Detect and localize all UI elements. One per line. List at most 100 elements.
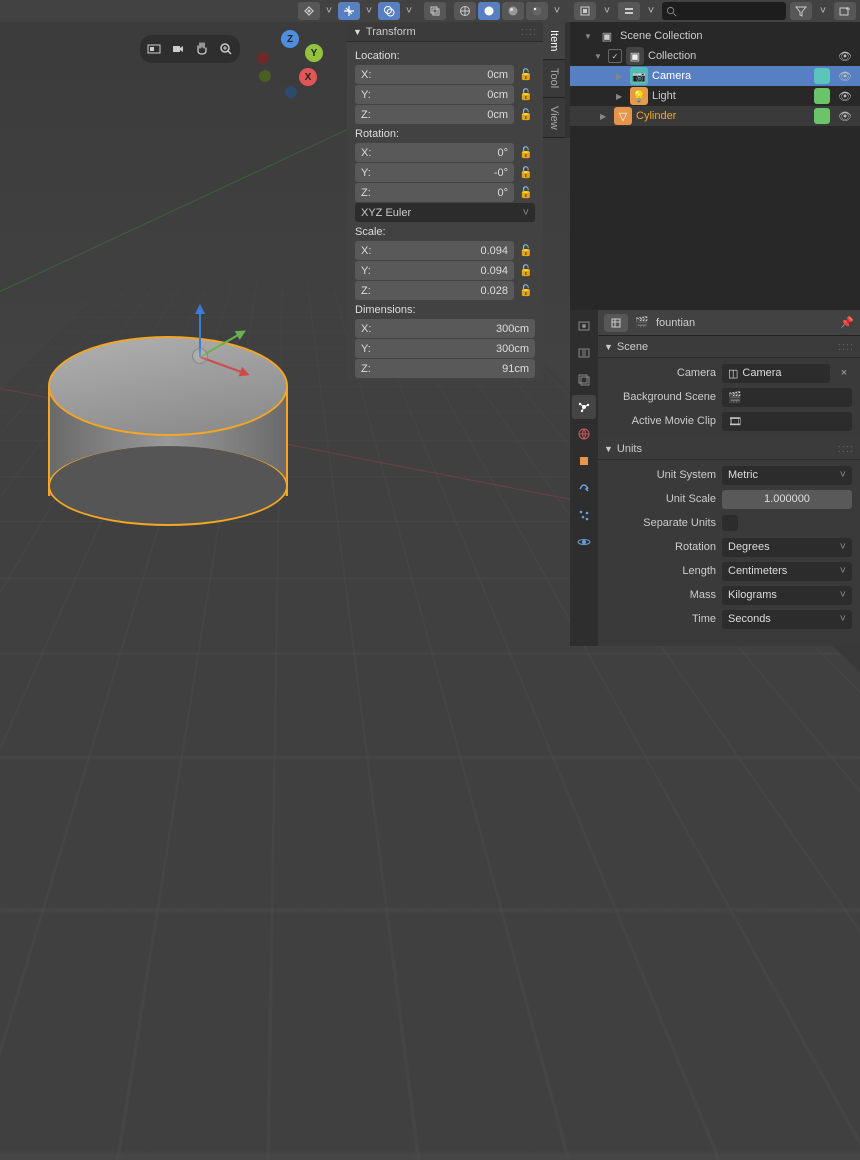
view-object-types-button[interactable]	[298, 2, 320, 20]
nav-z-axis[interactable]: Z	[281, 30, 299, 48]
dropdown-icon[interactable]: ˅	[322, 5, 336, 17]
drag-handle-icon[interactable]: ::::	[521, 26, 537, 38]
lock-icon[interactable]: 🔓	[517, 183, 535, 202]
scene-camera-select[interactable]: ◫Camera	[722, 364, 830, 383]
dim-x-input[interactable]: X:300cm	[355, 319, 535, 338]
rotation-unit-select[interactable]: Degrees˅	[722, 538, 852, 557]
bg-scene-select[interactable]: 🎬	[722, 388, 852, 407]
dropdown-icon[interactable]: ˅	[644, 5, 658, 17]
rotation-x-input[interactable]: X:0°	[355, 143, 514, 162]
lock-icon[interactable]: 🔓	[517, 85, 535, 104]
lock-icon[interactable]: 🔓	[517, 281, 535, 300]
shading-material-button[interactable]	[502, 2, 524, 20]
location-x-input[interactable]: X:0cm	[355, 65, 514, 84]
visibility-eye-icon[interactable]: 👁	[838, 90, 852, 103]
dim-z-input[interactable]: Z:91cm	[355, 359, 535, 378]
clear-button[interactable]: ×	[836, 367, 852, 379]
dropdown-icon[interactable]: ˅	[402, 5, 416, 17]
camera-to-view-icon[interactable]	[167, 38, 189, 60]
tab-world-icon[interactable]	[572, 422, 596, 446]
nav-neg-x[interactable]	[257, 52, 269, 64]
drag-handle-icon[interactable]: ::::	[838, 341, 854, 353]
outliner-view-button[interactable]	[618, 2, 640, 20]
tab-item[interactable]: Item	[543, 22, 565, 60]
tab-view[interactable]: View	[543, 98, 565, 139]
location-y-input[interactable]: Y:0cm	[355, 85, 514, 104]
viewport-3d[interactable]: ˅ ˅ ˅ ˅ Z Y X Item Tool View	[0, 0, 570, 646]
visibility-eye-icon[interactable]: 👁	[838, 50, 852, 63]
mesh-cylinder[interactable]	[48, 336, 288, 526]
shading-wireframe-button[interactable]	[454, 2, 476, 20]
collection-exclude-checkbox[interactable]: ✓	[608, 49, 622, 63]
navigation-gizmo[interactable]: Z Y X	[255, 30, 325, 100]
dim-y-input[interactable]: Y:300cm	[355, 339, 535, 358]
shading-solid-button[interactable]	[478, 2, 500, 20]
scale-z-input[interactable]: Z:0.028	[355, 281, 514, 300]
editor-type-button[interactable]	[604, 314, 628, 332]
xray-toggle-button[interactable]	[424, 2, 446, 20]
scale-x-input[interactable]: X:0.094	[355, 241, 514, 260]
pin-icon[interactable]: 📌	[840, 316, 854, 329]
lock-icon[interactable]: 🔓	[517, 163, 535, 182]
drag-handle-icon[interactable]: ::::	[838, 443, 854, 455]
nav-neg-z[interactable]	[285, 86, 297, 98]
disclosure-icon[interactable]: ▼	[594, 52, 604, 61]
zoom-icon[interactable]	[215, 38, 237, 60]
outliner-scene-collection[interactable]: ▼ ▣ Scene Collection	[570, 26, 860, 46]
length-unit-select[interactable]: Centimeters˅	[722, 562, 852, 581]
disclosure-icon[interactable]: ▶	[616, 72, 626, 81]
dropdown-icon[interactable]: ˅	[362, 5, 376, 17]
dropdown-icon[interactable]: ˅	[600, 5, 614, 17]
disclosure-icon[interactable]: ▶	[600, 112, 610, 121]
nav-neg-y[interactable]	[259, 70, 271, 82]
unit-system-select[interactable]: Metric˅	[722, 466, 852, 485]
tab-particles-icon[interactable]	[572, 503, 596, 527]
tab-tool[interactable]: Tool	[543, 60, 565, 97]
shading-rendered-button[interactable]	[526, 2, 548, 20]
tab-viewlayer-icon[interactable]	[572, 368, 596, 392]
lock-icon[interactable]: 🔓	[517, 261, 535, 280]
tab-modifier-icon[interactable]	[572, 476, 596, 500]
separate-units-checkbox[interactable]	[722, 515, 738, 531]
outliner-item-light[interactable]: ▶ 💡 Light 👁	[570, 86, 860, 106]
nav-y-axis[interactable]: Y	[305, 44, 323, 62]
tab-scene-icon[interactable]	[572, 395, 596, 419]
panel-header-scene[interactable]: ▼ Scene ::::	[598, 336, 860, 358]
tab-output-icon[interactable]	[572, 341, 596, 365]
unit-scale-input[interactable]: 1.000000	[722, 490, 852, 509]
camera-view-icon[interactable]	[143, 38, 165, 60]
visibility-eye-icon[interactable]: 👁	[838, 110, 852, 123]
tab-object-icon[interactable]	[572, 449, 596, 473]
outliner-display-mode[interactable]	[574, 2, 596, 20]
lock-icon[interactable]: 🔓	[517, 241, 535, 260]
panel-header-units[interactable]: ▼ Units ::::	[598, 438, 860, 460]
disclosure-icon[interactable]: ▼	[584, 32, 594, 41]
pan-icon[interactable]	[191, 38, 213, 60]
rotation-z-input[interactable]: Z:0°	[355, 183, 514, 202]
lock-icon[interactable]: 🔓	[517, 143, 535, 162]
disclosure-icon[interactable]: ▶	[616, 92, 626, 101]
dropdown-icon[interactable]: ˅	[550, 5, 564, 17]
show-overlays-button[interactable]	[378, 2, 400, 20]
tab-render-icon[interactable]	[572, 314, 596, 338]
dropdown-icon[interactable]: ˅	[816, 5, 830, 17]
filter-button[interactable]	[790, 2, 812, 20]
time-unit-select[interactable]: Seconds˅	[722, 610, 852, 629]
location-z-input[interactable]: Z:0cm	[355, 105, 514, 124]
panel-header-transform[interactable]: ▼ Transform ::::	[347, 22, 543, 42]
outliner-collection[interactable]: ▼ ✓ ▣ Collection 👁	[570, 46, 860, 66]
movie-clip-select[interactable]: 🎞	[722, 412, 852, 431]
mass-unit-select[interactable]: Kilograms˅	[722, 586, 852, 605]
rotation-mode-select[interactable]: XYZ Euler˅	[355, 203, 535, 222]
lock-icon[interactable]: 🔓	[517, 105, 535, 124]
new-collection-button[interactable]	[834, 2, 856, 20]
rotation-y-input[interactable]: Y:-0°	[355, 163, 514, 182]
show-gizmo-button[interactable]	[338, 2, 360, 20]
scale-y-input[interactable]: Y:0.094	[355, 261, 514, 280]
lock-icon[interactable]: 🔓	[517, 65, 535, 84]
tab-physics-icon[interactable]	[572, 530, 596, 554]
nav-x-axis[interactable]: X	[299, 68, 317, 86]
outliner-tree[interactable]: ▼ ▣ Scene Collection ▼ ✓ ▣ Collection 👁 …	[570, 22, 860, 310]
outliner-search-input[interactable]	[662, 2, 786, 20]
outliner-item-camera[interactable]: ▶ 📷 Camera 👁	[570, 66, 860, 86]
